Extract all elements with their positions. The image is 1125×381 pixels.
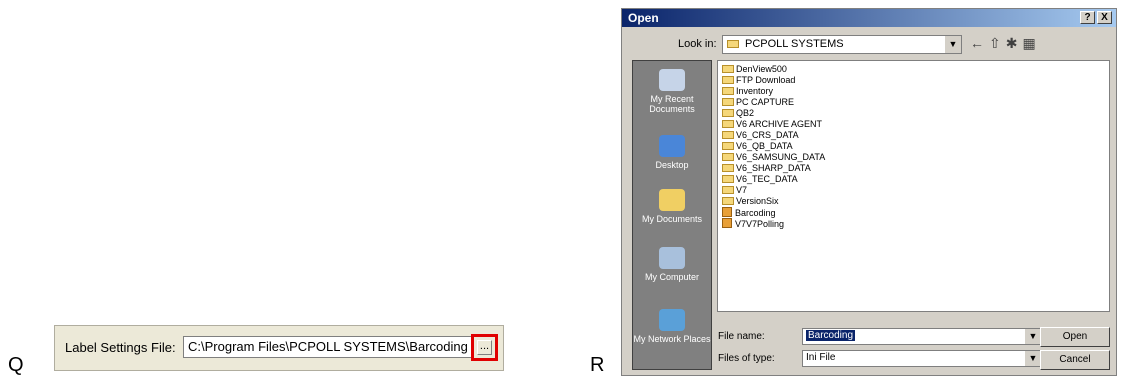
list-item[interactable]: V7 [722,185,747,196]
cancel-button[interactable]: Cancel [1040,350,1110,370]
folder-icon [722,109,734,117]
browse-button[interactable]: ... [477,340,492,355]
place-desktop[interactable]: Desktop [633,135,711,170]
dialog-titlebar: Open ? X [622,9,1116,27]
list-item[interactable]: V6_TEC_DATA [722,174,798,185]
list-item[interactable]: V7V7Polling [722,218,784,229]
ini-file-icon [722,207,732,217]
folder-icon [722,120,734,128]
folder-icon [722,87,734,95]
chevron-down-icon[interactable]: ▼ [1024,351,1041,366]
my-documents-icon [659,189,685,211]
list-item[interactable]: FTP Download [722,75,795,86]
label-settings-file-input[interactable]: C:\Program Files\PCPOLL SYSTEMS\Barcodin… [183,336,473,358]
folder-icon [722,65,734,73]
folder-icon [722,131,734,139]
my-computer-icon [659,247,685,269]
view-menu-icon[interactable]: ▦ [1022,35,1040,51]
file-name-value: Barcoding [806,330,856,341]
place-my-documents[interactable]: My Documents [633,189,711,224]
label-settings-file-label: Label Settings File: [65,340,176,355]
list-item[interactable]: V6_SHARP_DATA [722,163,811,174]
list-item[interactable]: VersionSix [722,196,779,207]
ini-file-icon [722,218,732,228]
files-of-type-dropdown[interactable]: Ini File ▼ [802,350,1042,367]
list-item[interactable]: Inventory [722,86,773,97]
place-my-computer[interactable]: My Computer [633,247,711,282]
folder-icon [722,142,734,150]
network-places-icon [659,309,685,331]
files-of-type-value: Ini File [806,352,836,363]
look-in-label: Look in: [678,38,717,50]
list-item[interactable]: QB2 [722,108,754,119]
chevron-down-icon[interactable]: ▼ [944,36,961,53]
back-icon[interactable]: ← [970,35,989,51]
folder-icon [722,164,734,172]
open-dialog: Open ? X Look in: PCPOLL SYSTEMS ▼ ←⇧✱▦ … [621,8,1117,376]
files-of-type-label: Files of type: [718,353,775,364]
folder-icon [722,76,734,84]
dialog-toolbar: ←⇧✱▦ [970,35,1041,52]
list-item[interactable]: V6_SAMSUNG_DATA [722,152,825,163]
place-recent-documents[interactable]: My Recent Documents [633,69,711,114]
label-settings-panel: Label Settings File: C:\Program Files\PC… [54,325,504,371]
folder-icon [722,153,734,161]
folder-icon [722,98,734,106]
places-bar: My Recent Documents Desktop My Documents… [632,60,712,370]
list-item[interactable]: V6_CRS_DATA [722,130,799,141]
list-item[interactable]: Barcoding [722,207,776,218]
look-in-value: PCPOLL SYSTEMS [745,38,844,50]
recent-documents-icon [659,69,685,91]
help-button[interactable]: ? [1080,11,1095,24]
folder-icon [722,175,734,183]
file-list: DenView500 FTP Download Inventory PC CAP… [717,60,1110,312]
close-button[interactable]: X [1097,11,1112,24]
file-name-input[interactable]: Barcoding ▼ [802,328,1042,345]
place-network-places[interactable]: My Network Places [633,309,711,344]
list-item[interactable]: V6 ARCHIVE AGENT [722,119,822,130]
open-button[interactable]: Open [1040,327,1110,347]
new-folder-icon[interactable]: ✱ [1006,35,1023,51]
look-in-dropdown[interactable]: PCPOLL SYSTEMS ▼ [722,35,962,54]
list-item[interactable]: DenView500 [722,64,787,75]
file-name-label: File name: [718,331,765,342]
list-item[interactable]: PC CAPTURE [722,97,794,108]
folder-icon [722,197,734,205]
dialog-title: Open [628,11,659,25]
chevron-down-icon[interactable]: ▼ [1024,329,1041,344]
desktop-icon [659,135,685,157]
browse-button-highlight: ... [471,334,498,361]
panel-q-letter: Q [8,354,24,376]
folder-icon [727,40,739,48]
up-folder-icon[interactable]: ⇧ [989,35,1006,51]
list-item[interactable]: V6_QB_DATA [722,141,793,152]
folder-icon [722,186,734,194]
panel-r-letter: R [590,354,605,376]
